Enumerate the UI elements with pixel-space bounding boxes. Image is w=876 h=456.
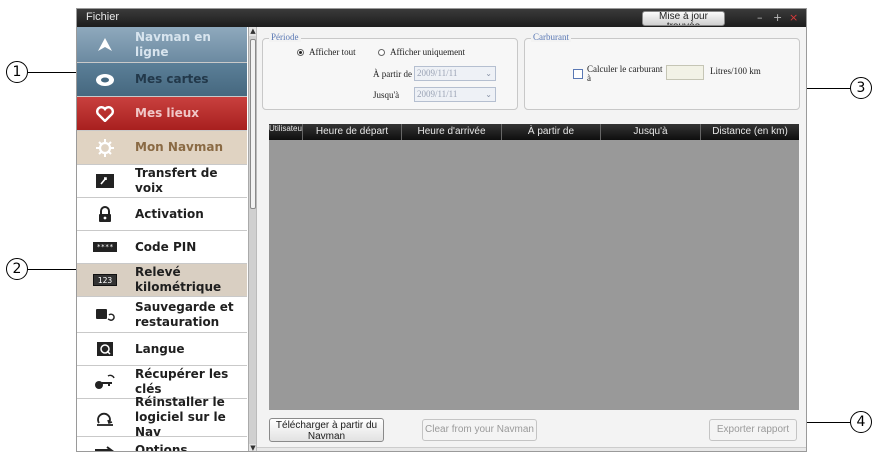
sidebar-item-label: Navman en ligne (135, 29, 211, 59)
heart-icon (93, 104, 117, 124)
odometer-icon: 123 (93, 270, 117, 290)
key-icon (93, 372, 117, 392)
periode-group: Période Afficher tout Afficher uniquemen… (262, 32, 518, 110)
sidebar-item-label: Relevé kilométrique (135, 265, 222, 294)
pin-code-icon: **** (93, 237, 117, 257)
manual-figure: 1 2 3 4 Fichier Mise à jour trouvée – + … (0, 0, 876, 456)
radio-afficher-tout-label: Afficher tout (309, 47, 356, 57)
sidebar-item-label: Langue (135, 341, 185, 356)
column-header[interactable]: À partir de (502, 124, 601, 140)
main-panel: Période Afficher tout Afficher uniquemen… (256, 27, 806, 451)
carburant-legend: Carburant (531, 32, 571, 42)
callout-2: 2 (6, 258, 28, 280)
sidebar-scrollbar[interactable]: ▲ ▼ (248, 27, 256, 451)
sidebar: Navman en ligne Mes cartes Mes lieux Mon… (77, 27, 256, 452)
sidebar-item-label: Mes cartes (135, 72, 209, 86)
backup-icon (93, 305, 117, 325)
carburant-group: Carburant Calculer le carburant à Litres… (524, 32, 800, 110)
menu-fichier[interactable]: Fichier (86, 11, 119, 23)
column-header[interactable]: Heure d'arrivée (402, 124, 502, 140)
column-header[interactable]: Heure de départ (303, 124, 402, 140)
radio-unselected-icon (378, 48, 385, 56)
column-header[interactable]: Jusqu'à (601, 124, 701, 140)
chevron-down-icon: ⌄ (485, 90, 492, 99)
sidebar-item-releve-kilometrique[interactable]: 123 Relevé kilométrique (77, 264, 247, 297)
periode-legend: Période (269, 32, 301, 42)
calc-fuel-checkbox[interactable] (573, 69, 583, 79)
scroll-up-arrow-icon[interactable]: ▲ (249, 27, 256, 36)
sidebar-item-label: Activation (135, 206, 204, 221)
radio-afficher-tout[interactable]: Afficher tout (297, 47, 356, 57)
column-header[interactable]: Utilisateur (269, 124, 303, 140)
sidebar-item-code-pin[interactable]: **** Code PIN (77, 231, 247, 264)
sidebar-item-label: Sauvegarde et restauration (135, 299, 234, 329)
options-icon (93, 440, 117, 451)
to-date-field[interactable]: 2009/11/11 ⌄ (414, 87, 496, 102)
calc-fuel-label: Calculer le carburant à (587, 64, 663, 83)
language-icon (93, 339, 117, 359)
sidebar-item-mes-cartes[interactable]: Mes cartes (77, 63, 247, 97)
chevron-down-icon: ⌄ (485, 69, 492, 78)
update-found-button[interactable]: Mise à jour trouvée (642, 11, 725, 26)
trips-table-body[interactable] (269, 140, 799, 410)
download-from-navman-button[interactable]: Télécharger à partir du Navman (269, 418, 384, 442)
callout-4: 4 (850, 411, 872, 433)
fuel-unit-label: Litres/100 km (710, 66, 761, 76)
sidebar-item-activation[interactable]: Activation (77, 198, 247, 231)
close-button[interactable]: × (789, 11, 798, 24)
to-label: Jusqu'à (373, 90, 400, 100)
gear-icon (93, 138, 117, 158)
export-report-button[interactable]: Exporter rapport (709, 419, 797, 441)
sidebar-item-label: Options (135, 443, 188, 452)
map-icon (93, 70, 117, 90)
to-date-value: 2009/11/11 (417, 89, 458, 99)
clear-from-navman-button[interactable]: Clear from your Navman (422, 419, 537, 441)
fuel-consumption-input[interactable] (666, 65, 704, 80)
reinstall-icon (93, 408, 117, 428)
radio-selected-icon (297, 48, 304, 56)
radio-afficher-uniquement[interactable]: Afficher uniquement (378, 47, 465, 57)
compass-icon (93, 35, 117, 55)
title-bar: Fichier Mise à jour trouvée – + × (77, 9, 806, 27)
app-window: Fichier Mise à jour trouvée – + × Navman… (76, 8, 807, 452)
sidebar-item-label: Mon Navman (135, 140, 224, 154)
callout-3: 3 (850, 77, 872, 99)
sidebar-item-label: Transfert de voix (135, 166, 218, 195)
sidebar-item-navman-online[interactable]: Navman en ligne (77, 27, 247, 63)
sidebar-item-label: Réinstaller le logiciel sur le Nav (135, 395, 226, 439)
maximize-button[interactable]: + (773, 11, 782, 24)
sidebar-item-mon-navman[interactable]: Mon Navman (77, 131, 247, 165)
callout-1: 1 (6, 61, 28, 83)
sidebar-item-label: Mes lieux (135, 106, 200, 120)
sidebar-item-label: Récupérer les clés (135, 367, 229, 396)
from-date-field[interactable]: 2009/11/11 ⌄ (414, 66, 496, 81)
scroll-down-arrow-icon[interactable]: ▼ (249, 444, 256, 451)
status-strip (257, 447, 806, 451)
trips-table-header: Utilisateur Heure de départ Heure d'arri… (269, 124, 799, 140)
sidebar-item-reinstaller[interactable]: Réinstaller le logiciel sur le Nav (77, 395, 247, 439)
column-header[interactable]: Distance (en km) (701, 124, 799, 140)
sidebar-item-label: Code PIN (135, 239, 197, 254)
sidebar-item-transfert-de-voix[interactable]: Transfert de voix (77, 165, 247, 198)
from-date-value: 2009/11/11 (417, 68, 458, 78)
radio-afficher-uniquement-label: Afficher uniquement (390, 47, 466, 57)
lock-icon (93, 204, 117, 224)
sidebar-item-mes-lieux[interactable]: Mes lieux (77, 97, 247, 131)
minimize-button[interactable]: – (757, 11, 763, 24)
voice-transfer-icon (93, 171, 117, 191)
from-label: À partir de (373, 69, 412, 79)
sidebar-item-sauvegarde[interactable]: Sauvegarde et restauration (77, 297, 247, 333)
sidebar-item-options[interactable]: Options (77, 437, 247, 452)
sidebar-item-langue[interactable]: Langue (77, 333, 247, 366)
